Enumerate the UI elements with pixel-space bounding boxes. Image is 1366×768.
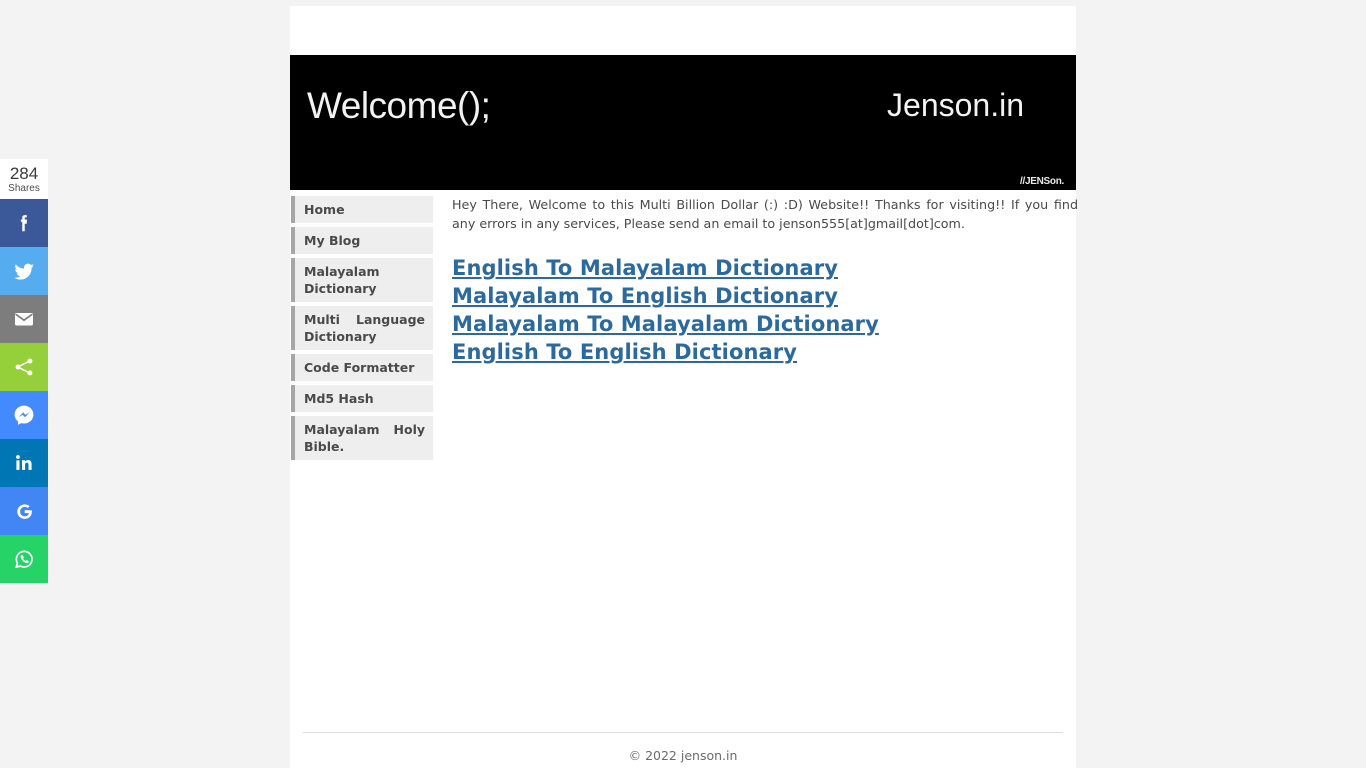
share-button-google[interactable] [0, 487, 48, 535]
sidebar-nav: Home My Blog Malayalam Dictionary Multi Lan… [291, 196, 433, 464]
share-button-facebook[interactable] [0, 199, 48, 247]
sidebar-item-code-formatter[interactable]: Code Formatter [291, 354, 433, 381]
site-footer: © 2022 jenson.in Jenson M John [303, 732, 1063, 768]
share-button-whatsapp[interactable] [0, 535, 48, 583]
share-button-linkedin[interactable] [0, 439, 48, 487]
email-icon [12, 307, 36, 331]
body-area: Home My Blog Malayalam Dictionary Multi Lan… [290, 196, 1078, 726]
whatsapp-icon [12, 547, 36, 571]
share-button-messenger[interactable] [0, 391, 48, 439]
site-container: Welcome(); Jenson.in //JENSon. Home My Bl… [290, 6, 1078, 768]
sidebar-item-my-blog[interactable]: My Blog [291, 227, 433, 254]
share-button-sharethis[interactable] [0, 343, 48, 391]
linkedin-icon [12, 451, 36, 475]
site-banner: Welcome(); Jenson.in //JENSon. [290, 55, 1076, 190]
dictionary-link-english-to-english-dictionary[interactable]: English To English Dictionary [452, 338, 1076, 366]
twitter-icon [13, 260, 36, 283]
share-count-number: 284 [9, 163, 39, 183]
dictionary-link-malayalam-to-malayalam-dictionary[interactable]: Malayalam To Malayalam Dictionary [452, 310, 1076, 338]
banner-welcome-text: Welcome(); [307, 85, 491, 126]
sidebar-item-multi-language-dictionary[interactable]: Multi Language Dictionary [291, 306, 433, 350]
share-count-label: Shares [8, 182, 40, 194]
dictionary-link-malayalam-to-english-dictionary[interactable]: Malayalam To English Dictionary [452, 282, 1076, 310]
banner-watermark: //JENSon. [1020, 176, 1064, 187]
sidebar-item-home[interactable]: Home [291, 196, 433, 223]
sharethis-icon [13, 356, 35, 378]
share-button-email[interactable] [0, 295, 48, 343]
dictionary-links: English To Malayalam Dictionary Malayalam… [452, 254, 1076, 366]
main-content: Hey There, Welcome to this Multi Billion… [452, 196, 1078, 366]
sidebar-item-malayalam-dictionary[interactable]: Malayalam Dictionary [291, 258, 433, 302]
social-share-rail: 284 Shares [0, 159, 48, 583]
google-icon [13, 500, 36, 523]
footer-divider [303, 732, 1063, 733]
footer-copyright: © 2022 jenson.in [628, 748, 738, 763]
facebook-icon [13, 212, 35, 234]
sidebar-item-malayalam-holy-bible[interactable]: Malayalam Holy Bible. [291, 416, 433, 460]
share-button-twitter[interactable] [0, 247, 48, 295]
sidebar-item-md5-hash[interactable]: Md5 Hash [291, 385, 433, 412]
share-counter: 284 Shares [0, 159, 48, 199]
banner-site-name: Jenson.in [887, 87, 1024, 123]
dictionary-link-english-to-malayalam-dictionary[interactable]: English To Malayalam Dictionary [452, 254, 1076, 282]
page-root: Welcome(); Jenson.in //JENSon. Home My Bl… [0, 0, 1366, 768]
intro-paragraph: Hey There, Welcome to this Multi Billion… [452, 197, 1078, 231]
messenger-icon [12, 403, 36, 427]
